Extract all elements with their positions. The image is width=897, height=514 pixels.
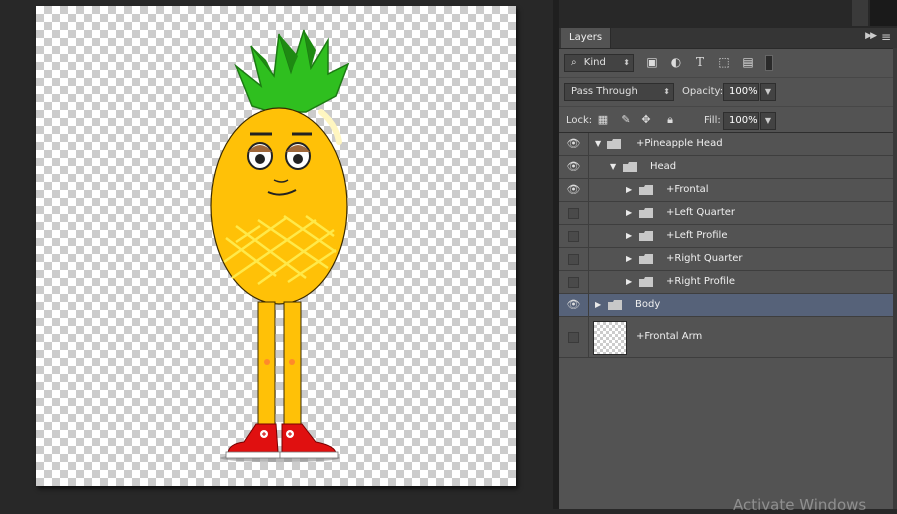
folder-icon [639, 277, 653, 287]
layer-row-frontal[interactable]: 👁︎ ▶ +Frontal [559, 179, 893, 202]
fill-label: Fill: [704, 115, 721, 126]
layer-row-left-quarter[interactable]: ▶ +Left Quarter [559, 202, 893, 225]
eye-icon[interactable]: 👁︎ [559, 133, 589, 155]
panel-menu-icon[interactable]: ≡ [881, 30, 891, 44]
panel-scrollbar-track[interactable] [893, 48, 897, 509]
search-icon: ⌕ [571, 57, 577, 68]
filter-kind-dropdown[interactable]: ⌕ Kind ⬍ [564, 54, 634, 72]
visibility-toggle[interactable] [559, 271, 589, 293]
collapsed-triangle-icon[interactable]: ▶ [595, 294, 601, 316]
filter-kind-label: Kind [583, 57, 606, 68]
expand-triangle-icon[interactable]: ▼ [610, 156, 616, 178]
layer-name: Body [635, 299, 661, 310]
filter-row: ⌕ Kind ⬍ ▣ ◐ T ⬚ ▤ [559, 49, 897, 78]
layer-name: +Frontal [666, 184, 709, 195]
updown-arrow-icon: ⬍ [623, 58, 630, 67]
dock-collapse-area[interactable] [870, 0, 897, 26]
pineapple-legs [257, 301, 302, 429]
dock-grip[interactable] [852, 0, 868, 26]
visibility-toggle[interactable] [559, 317, 589, 357]
collapsed-triangle-icon[interactable]: ▶ [626, 202, 632, 224]
collapsed-triangle-icon[interactable]: ▶ [626, 248, 632, 270]
folder-icon [608, 300, 622, 310]
smart-object-filter-icon[interactable]: ▤ [740, 54, 756, 70]
updown-arrow-icon: ⬍ [663, 87, 670, 96]
visibility-toggle[interactable] [559, 202, 589, 224]
folder-icon [639, 254, 653, 264]
folder-icon [639, 185, 653, 195]
layer-row-head[interactable]: 👁︎ ▼ Head [559, 156, 893, 179]
filter-toggle-switch[interactable] [765, 55, 773, 71]
shape-filter-icon[interactable]: ⬚ [716, 54, 732, 70]
layer-name: Head [650, 161, 677, 172]
blend-mode-dropdown[interactable]: Pass Through ⬍ [564, 83, 674, 101]
expand-triangle-icon[interactable]: ▼ [595, 133, 601, 155]
collapse-panel-icon[interactable]: ▶▶ [865, 31, 877, 41]
panel-tab-bar: Layers ▶▶ ≡ [559, 28, 897, 49]
layer-row-pineapple-head[interactable]: 👁︎ ▼ +Pineapple Head [559, 133, 893, 156]
layer-row-frontal-arm[interactable]: +Frontal Arm [559, 317, 893, 358]
layer-name: +Pineapple Head [636, 138, 723, 149]
collapsed-triangle-icon[interactable]: ▶ [626, 225, 632, 247]
layer-row-body[interactable]: 👁︎ ▶ Body [559, 294, 893, 317]
layer-name: +Right Quarter [666, 253, 743, 264]
eye-icon[interactable]: 👁︎ [559, 294, 589, 316]
collapsed-triangle-icon[interactable]: ▶ [626, 179, 632, 201]
adjustment-filter-icon[interactable]: ◐ [668, 54, 684, 70]
layer-name: +Frontal Arm [636, 331, 703, 342]
opacity-label: Opacity: [682, 86, 724, 97]
eye-icon[interactable]: 👁︎ [559, 156, 589, 178]
layer-row-left-profile[interactable]: ▶ +Left Profile [559, 225, 893, 248]
collapsed-triangle-icon[interactable]: ▶ [626, 271, 632, 293]
layer-thumbnail[interactable] [593, 321, 627, 355]
fill-input[interactable]: 100% [723, 112, 759, 130]
image-filter-icon[interactable]: ▣ [644, 54, 660, 70]
lock-position-icon[interactable]: ✥ [639, 112, 653, 128]
pineapple-leaves [234, 29, 350, 113]
folder-icon [639, 231, 653, 241]
document-canvas[interactable] [36, 6, 516, 486]
layers-panel: Layers ▶▶ ≡ ⌕ Kind ⬍ ▣ ◐ T ⬚ ▤ Pass Thro… [559, 28, 897, 509]
tab-layers[interactable]: Layers [561, 28, 612, 48]
layers-list: 👁︎ ▼ +Pineapple Head 👁︎ ▼ Head 👁︎ ▶ +Fro… [559, 132, 893, 358]
document-workspace [0, 0, 553, 509]
red-sneakers [220, 423, 340, 462]
type-filter-icon[interactable]: T [692, 54, 708, 70]
layer-name: +Left Quarter [666, 207, 736, 218]
lock-all-icon[interactable]: 🔒︎ [663, 112, 677, 128]
lock-label: Lock: [566, 115, 593, 126]
layer-row-right-quarter[interactable]: ▶ +Right Quarter [559, 248, 893, 271]
visibility-toggle[interactable] [559, 225, 589, 247]
panel-dock-header [559, 0, 897, 26]
lock-paint-icon[interactable]: ✎ [619, 112, 633, 128]
pineapple-artwork [210, 29, 350, 462]
layer-name: +Right Profile [666, 276, 735, 287]
eye-icon[interactable]: 👁︎ [559, 179, 589, 201]
folder-icon [607, 139, 621, 149]
lock-transparent-icon[interactable]: ▦ [596, 112, 610, 128]
blend-row: Pass Through ⬍ Opacity: 100% ▼ [559, 78, 897, 107]
blend-mode-value: Pass Through [571, 86, 638, 97]
opacity-input[interactable]: 100% [723, 83, 759, 101]
pineapple-body [210, 107, 348, 305]
layer-row-right-profile[interactable]: ▶ +Right Profile [559, 271, 893, 294]
activation-watermark: Activate Windows [733, 496, 867, 514]
visibility-toggle[interactable] [559, 248, 589, 270]
opacity-dropdown-button[interactable]: ▼ [760, 83, 776, 101]
fill-dropdown-button[interactable]: ▼ [760, 112, 776, 130]
layer-name: +Left Profile [666, 230, 728, 241]
folder-icon [623, 162, 637, 172]
folder-icon [639, 208, 653, 218]
